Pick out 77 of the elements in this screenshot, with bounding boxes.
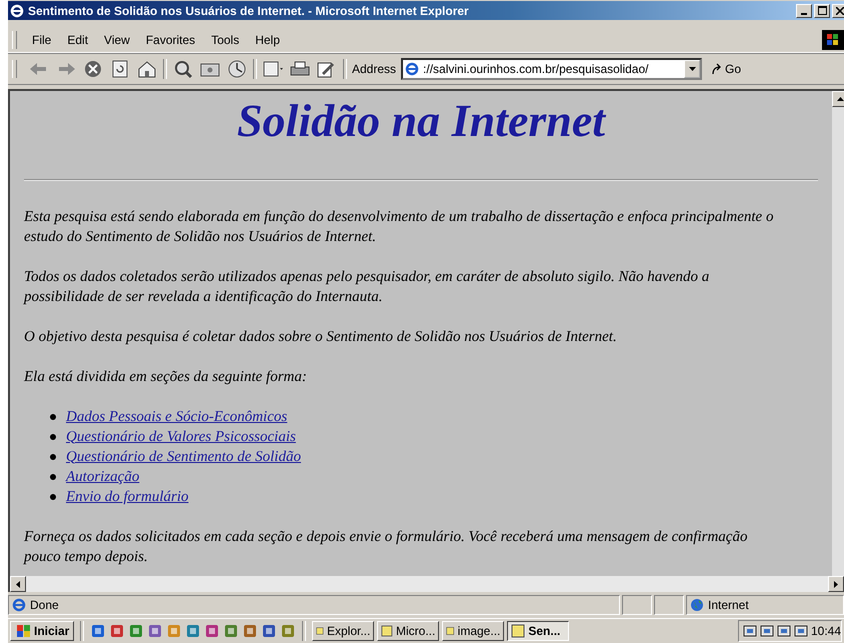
bullet-icon (50, 434, 56, 440)
right-arrow-icon[interactable] (834, 580, 838, 588)
status-text: Done (30, 598, 59, 612)
menu-item[interactable]: Help (248, 31, 287, 49)
windows-logo-icon (15, 624, 31, 638)
menu-item[interactable]: Tools (204, 31, 246, 49)
tray-icon[interactable] (760, 624, 774, 638)
dropdown-button[interactable] (684, 60, 700, 78)
browser-icon (10, 4, 24, 18)
app-icon[interactable] (261, 623, 278, 639)
window-title: Sentimento de Solidão nos Usuários de Internet. - Microsoft Internet Explorer (28, 4, 469, 18)
horizontal-scrollbar[interactable] (8, 576, 844, 592)
app-icon (511, 624, 526, 638)
clock: 10:44 (810, 624, 841, 638)
section-link[interactable]: Questionário de Valores Psicossociais (66, 428, 296, 446)
close-button[interactable] (832, 4, 844, 18)
tray-icon[interactable] (776, 624, 791, 638)
history-icon[interactable] (226, 59, 248, 79)
paragraph: O objetivo desta pesquisa é coletar dados sobre o Sentimento de Solidão nos Usuários de Internet. (24, 328, 618, 347)
bullet-icon (50, 474, 56, 480)
caret-icon (688, 67, 696, 71)
section-link[interactable]: Dados Pessoais e Sócio-Econômicos (66, 408, 288, 426)
paragraph: Todos os dados coletados serão utilizados apenas pelo pesquisador, em caráter de absoluto sigilo. Não havendo a possibilidade de ser revelada a identificação do Internauta. (24, 268, 710, 307)
bullet-icon (50, 414, 56, 420)
minimize-button[interactable] (796, 4, 812, 18)
app-icon[interactable] (242, 623, 258, 639)
up-arrow-icon[interactable] (836, 97, 844, 101)
menu-item[interactable]: Edit (60, 31, 96, 49)
maximize-button[interactable] (814, 4, 830, 18)
go-button[interactable]: Go (711, 62, 742, 76)
app-icon[interactable] (185, 623, 202, 639)
taskbar-button[interactable]: Sen... (507, 621, 570, 641)
zone-text: Internet (708, 598, 749, 612)
app-icon (381, 624, 394, 638)
go-arrow-icon (711, 63, 724, 75)
taskbar-button[interactable]: Micro... (377, 621, 440, 641)
globe-icon (690, 598, 704, 612)
taskbar-button[interactable]: Explor... (312, 621, 374, 641)
menu-item[interactable]: Favorites (138, 31, 202, 49)
app-icon[interactable] (128, 623, 144, 639)
minimize-icon (801, 12, 807, 14)
section-link[interactable]: Envio do formulário (66, 488, 188, 506)
start-button[interactable]: Iniciar (10, 621, 74, 641)
section-link[interactable]: Questionário de Sentimento de Solidão (66, 448, 301, 466)
bullet-icon (50, 494, 56, 500)
status-panel (622, 595, 652, 615)
app-icon[interactable] (223, 623, 240, 639)
page-icon (12, 598, 26, 612)
vertical-scrollbar[interactable] (832, 91, 844, 576)
section-link[interactable]: Autorização (66, 468, 140, 486)
home-icon[interactable] (136, 59, 158, 79)
close-icon (836, 6, 844, 14)
stop-icon[interactable] (82, 59, 104, 79)
paragraph: Esta pesquisa está sendo elaborada em função do desenvolvimento de um trabalho de dissertação e enfoca principalmente o estudo do Sentimento de Solidão nos Usuários de Internet. (24, 208, 774, 247)
paragraph: Forneça os dados solicitados em cada seção e depois envie o formulário. Você receberá uma mensagem de confirmação pouco tempo depois. (24, 528, 748, 567)
app-icon[interactable] (90, 623, 106, 639)
app-icon[interactable] (109, 623, 126, 639)
left-arrow-icon[interactable] (16, 580, 20, 588)
app-icon[interactable] (280, 623, 296, 639)
bullet-icon (50, 454, 56, 460)
menu-item[interactable]: File (25, 31, 58, 49)
maximize-icon (818, 6, 826, 15)
app-icon[interactable] (147, 623, 164, 639)
paragraph: Ela está dividida em seções da seguinte forma: (24, 368, 308, 387)
page-heading: Solidão na Internet (236, 95, 608, 147)
status-panel (654, 595, 684, 615)
tray-icon[interactable] (742, 624, 757, 638)
address-field[interactable]: ://salvini.ourinhos.com.br/pesquisasolidao/ (401, 58, 702, 80)
app-icon (446, 624, 455, 638)
address-label: Address (352, 62, 396, 76)
search-icon[interactable] (172, 59, 194, 79)
tray-icon[interactable] (794, 624, 808, 638)
taskbar-button[interactable]: image... (442, 621, 504, 641)
page-icon (405, 62, 420, 76)
windows-logo-icon (822, 30, 844, 50)
app-icon[interactable] (204, 623, 220, 639)
menu-item[interactable]: View (97, 31, 137, 49)
